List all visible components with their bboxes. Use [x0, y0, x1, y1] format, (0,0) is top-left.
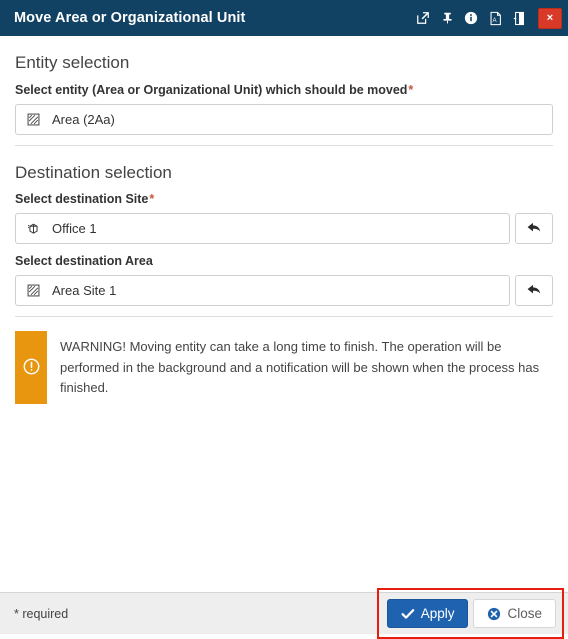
entity-selection-section: Entity selection Select entity (Area or …	[0, 36, 568, 146]
destination-selection-heading: Destination selection	[15, 162, 172, 182]
entity-required-marker: *	[408, 82, 414, 97]
close-button[interactable]: Close	[473, 599, 556, 628]
destination-site-row: Office 1	[15, 213, 553, 245]
move-entity-dialog: Move Area or Organizational Unit A × Ent…	[0, 0, 568, 639]
destination-area-row: Area Site 1	[15, 275, 553, 307]
open-in-new-window-icon[interactable]	[412, 7, 434, 29]
entity-field-label: Select entity (Area or Organizational Un…	[15, 83, 553, 98]
reset-area-button[interactable]	[515, 275, 553, 307]
close-button-label: Close	[507, 606, 542, 621]
entity-field-label-text: Select entity (Area or Organizational Un…	[15, 82, 408, 97]
collapse-panel-icon[interactable]	[508, 7, 530, 29]
entity-field-row: Area (2Aa)	[15, 103, 553, 135]
dialog-title: Move Area or Organizational Unit	[14, 10, 246, 26]
destination-area-required-marker	[153, 254, 154, 268]
destination-area-value: Area Site 1	[52, 283, 117, 299]
destination-area-label-text: Select destination Area	[15, 254, 153, 269]
pin-icon[interactable]	[436, 7, 458, 29]
area-icon	[25, 111, 42, 128]
dialog-content: Entity selection Select entity (Area or …	[0, 36, 568, 592]
close-window-button[interactable]: ×	[538, 7, 562, 29]
reset-site-button[interactable]	[515, 213, 553, 245]
destination-site-value: Office 1	[52, 221, 97, 237]
warning-text: WARNING! Moving entity can take a long t…	[60, 339, 540, 395]
close-circle-icon	[487, 607, 501, 621]
undo-arrow-icon	[526, 220, 543, 238]
check-icon	[401, 608, 415, 620]
apply-button-label: Apply	[420, 606, 455, 621]
area-icon	[25, 282, 42, 299]
destination-site-input[interactable]: Office 1	[15, 213, 510, 245]
site-building-icon	[25, 220, 42, 237]
entity-selection-heading: Entity selection	[15, 53, 130, 72]
destination-area-label: Select destination Area	[15, 254, 553, 269]
apply-button[interactable]: Apply	[386, 599, 469, 628]
destination-area-input[interactable]: Area Site 1	[15, 275, 510, 307]
warning-area: WARNING! Moving entity can take a long t…	[0, 317, 568, 404]
undo-arrow-icon	[526, 282, 543, 300]
titlebar-icon-group: A ×	[410, 7, 562, 29]
dialog-footer: * required Apply Close	[0, 588, 568, 639]
info-icon[interactable]	[460, 7, 482, 29]
footer-actions: Apply Close	[376, 588, 564, 639]
required-note: * required	[14, 606, 69, 621]
entity-select-input[interactable]: Area (2Aa)	[15, 103, 553, 135]
svg-text:A: A	[492, 16, 497, 23]
entity-select-value: Area (2Aa)	[52, 111, 115, 127]
dialog-titlebar: Move Area or Organizational Unit A ×	[0, 0, 568, 36]
warning-accent-bar	[15, 331, 47, 404]
destination-site-label-text: Select destination Site	[15, 192, 149, 207]
warning-message: WARNING! Moving entity can take a long t…	[15, 331, 553, 404]
destination-selection-section: Destination selection Select destination…	[0, 146, 568, 318]
destination-site-required-marker: *	[149, 192, 155, 207]
exclamation-circle-icon	[22, 357, 41, 379]
destination-site-label: Select destination Site*	[15, 192, 553, 207]
pdf-export-icon[interactable]: A	[484, 7, 506, 29]
